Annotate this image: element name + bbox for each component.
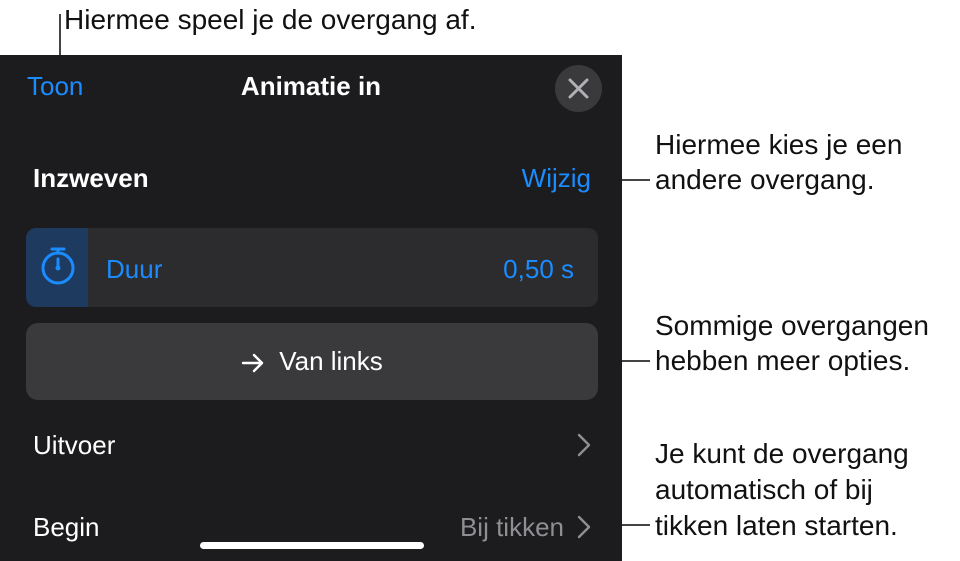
callout-start-line3: tikken laten starten.: [655, 510, 898, 541]
effect-name: Inzweven: [33, 163, 149, 193]
chevron-right-icon[interactable]: [577, 433, 591, 457]
panel-title: Animatie in: [240, 71, 382, 101]
duration-label: Duur: [106, 254, 163, 284]
output-label[interactable]: Uitvoer: [33, 430, 115, 461]
duration-row[interactable]: Duur 0,50 s: [26, 228, 598, 307]
callout-options-line2: hebben meer opties.: [655, 345, 911, 376]
show-button[interactable]: Toon: [27, 71, 83, 102]
close-icon: [568, 78, 589, 99]
home-indicator: [200, 542, 424, 549]
change-button[interactable]: Wijzig: [522, 163, 591, 194]
callout-start-line2: automatisch of bij: [655, 474, 873, 505]
callout-start-line1: Je kunt de overgang: [655, 438, 909, 469]
duration-value: 0,50 s: [503, 254, 574, 284]
direction-label: Van links: [279, 346, 383, 376]
close-button[interactable]: [555, 65, 602, 112]
stopwatch-icon: [41, 247, 75, 285]
direction-button[interactable]: Van links: [26, 323, 598, 400]
start-value[interactable]: Bij tikken: [460, 512, 564, 543]
callout-change-line2: andere overgang.: [655, 164, 875, 195]
callout-play: Hiermee speel je de overgang af.: [64, 4, 477, 35]
animation-panel: Animatie in Toon Inzweven Wijzig Duur 0,…: [0, 55, 622, 561]
callout-options-line1: Sommige overgangen: [655, 310, 929, 341]
arrow-right-icon: [242, 353, 264, 373]
callout-change-line1: Hiermee kies je een: [655, 129, 903, 160]
start-label[interactable]: Begin: [33, 512, 100, 543]
chevron-right-icon[interactable]: [577, 515, 591, 539]
direction-content: Van links: [26, 346, 598, 377]
duration-icon-cell: [26, 228, 88, 307]
